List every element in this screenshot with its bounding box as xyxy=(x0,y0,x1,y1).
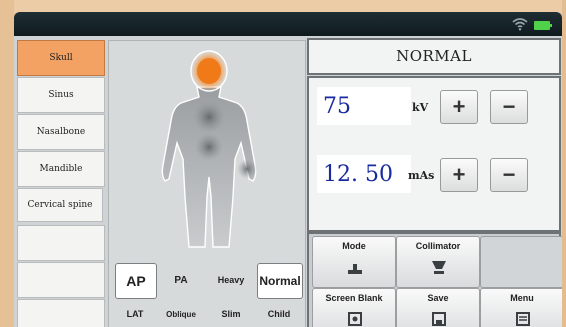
menu-button[interactable]: Menu xyxy=(480,288,562,327)
body-part-sinus[interactable]: Sinus xyxy=(17,77,105,113)
mode-label: Mode xyxy=(342,241,366,251)
habitus-slim-button[interactable]: Slim xyxy=(209,297,253,327)
kv-unit: kV xyxy=(412,101,429,114)
kv-plus-button[interactable]: + xyxy=(440,90,478,124)
screen-blank-icon xyxy=(348,312,362,326)
position-ap-button[interactable]: AP xyxy=(115,263,157,299)
kv-value[interactable]: 75 xyxy=(317,87,411,125)
blank-function-button[interactable] xyxy=(480,236,562,288)
mas-minus-button[interactable]: − xyxy=(490,158,528,192)
mas-plus-button[interactable]: + xyxy=(440,158,478,192)
collimator-label: Collimator xyxy=(415,241,461,251)
habitus-heavy-button[interactable]: Heavy xyxy=(209,263,253,297)
position-oblique-button[interactable]: Oblique xyxy=(161,297,201,327)
body-figure-panel: AP PA Heavy Normal LAT Oblique Slim Chil… xyxy=(108,40,306,327)
screen-blank-label: Screen Blank xyxy=(325,293,383,303)
collimator-icon xyxy=(432,261,446,274)
device-screen: Skull Sinus Nasalbone Mandible Cervical … xyxy=(14,12,562,327)
status-bar xyxy=(14,12,562,36)
position-lat-button[interactable]: LAT xyxy=(115,297,155,327)
body-part-cervical-spine[interactable]: Cervical spine xyxy=(17,188,103,222)
mas-unit: mAs xyxy=(408,169,435,182)
habitus-normal-button[interactable]: Normal xyxy=(257,263,303,299)
screen-blank-button[interactable]: Screen Blank xyxy=(312,288,396,327)
menu-icon xyxy=(516,312,530,326)
mode-title: NORMAL xyxy=(396,46,472,65)
habitus-child-button[interactable]: Child xyxy=(257,297,301,327)
body-figure[interactable] xyxy=(149,47,269,257)
body-part-skull[interactable]: Skull xyxy=(17,40,105,76)
mas-value[interactable]: 12. 50 xyxy=(317,155,411,193)
save-label: Save xyxy=(427,293,449,303)
collimator-button[interactable]: Collimator xyxy=(396,236,480,288)
menu-label: Menu xyxy=(510,293,534,303)
background-right xyxy=(562,0,566,327)
background-left xyxy=(0,0,14,327)
body-part-empty-3[interactable] xyxy=(17,299,105,327)
save-button[interactable]: Save xyxy=(396,288,480,327)
body-part-nasalbone[interactable]: Nasalbone xyxy=(17,114,105,150)
mode-button[interactable]: Mode xyxy=(312,236,396,288)
position-pa-button[interactable]: PA xyxy=(161,263,201,297)
save-icon xyxy=(432,312,446,326)
body-part-mandible[interactable]: Mandible xyxy=(17,151,105,187)
body-part-empty-2[interactable] xyxy=(17,262,105,298)
background-top xyxy=(0,0,566,12)
body-part-empty-1[interactable] xyxy=(17,225,105,261)
battery-icon xyxy=(534,21,552,30)
kv-minus-button[interactable]: − xyxy=(490,90,528,124)
body-part-list: Skull Sinus Nasalbone Mandible Cervical … xyxy=(17,40,105,327)
mode-icon xyxy=(348,264,362,274)
wifi-icon xyxy=(512,18,528,31)
